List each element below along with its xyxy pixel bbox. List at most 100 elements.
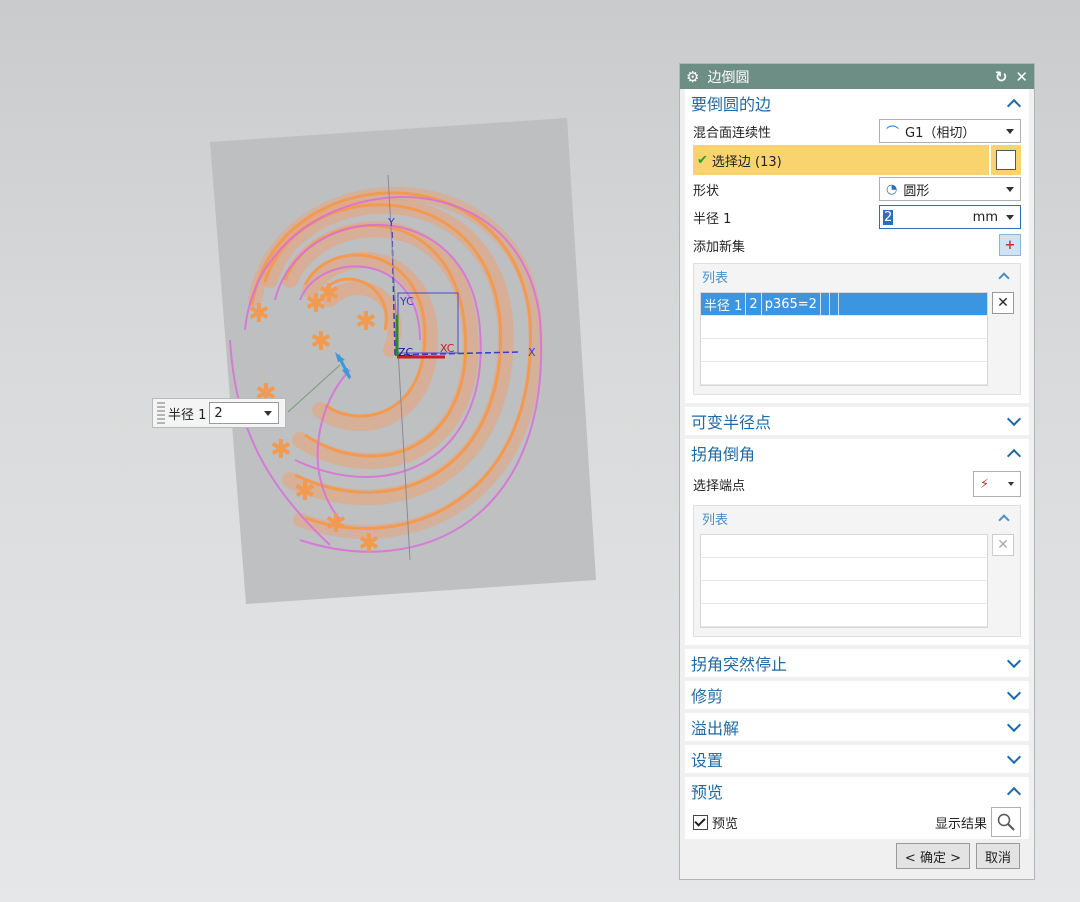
group-trim-header[interactable]: 修剪: [685, 681, 1029, 709]
table-row[interactable]: 半径 1 2 p365=2: [701, 293, 987, 316]
list-cell-empty: [821, 293, 830, 315]
table-row[interactable]: [701, 581, 987, 604]
chevron-up-icon[interactable]: [998, 269, 1012, 283]
chevron-down-icon[interactable]: [1007, 688, 1021, 702]
select-endpoint-label: 选择端点: [693, 478, 746, 494]
svg-text:✱: ✱: [355, 307, 377, 337]
circle-shape-icon: ◔: [886, 181, 898, 197]
delete-button[interactable]: ✕: [992, 534, 1014, 556]
shape-value: 圆形: [903, 183, 930, 199]
group-variable-radius-header[interactable]: 可变半径点: [685, 407, 1029, 435]
edges-list-group: 列表 半径 1 2 p365=2 ✕: [693, 263, 1021, 395]
floating-radius-input[interactable]: 半径 1 2: [152, 398, 286, 428]
table-row[interactable]: [701, 535, 987, 558]
group-overflow: 溢出解: [685, 713, 1029, 745]
table-row[interactable]: [701, 316, 987, 339]
floating-radius-label: 半径 1: [168, 407, 207, 423]
cancel-button[interactable]: 取消: [975, 843, 1020, 869]
group-variable-radius: 可变半径点: [685, 407, 1029, 439]
group-variable-radius-title: 可变半径点: [691, 413, 772, 432]
group-overflow-title: 溢出解: [691, 719, 740, 738]
svg-text:✱: ✱: [318, 279, 340, 309]
group-settings-header[interactable]: 设置: [685, 745, 1029, 773]
svg-text:✱: ✱: [358, 529, 380, 559]
checkmark-icon: ✔: [697, 152, 708, 168]
chevron-up-icon[interactable]: [1007, 96, 1021, 110]
group-overflow-header[interactable]: 溢出解: [685, 713, 1029, 741]
delete-button[interactable]: ✕: [992, 292, 1014, 314]
select-edge-label: 选择边 (13): [711, 154, 782, 170]
select-edge-button[interactable]: [989, 145, 1021, 175]
preview-row: 预览 显示结果: [685, 805, 1029, 839]
table-row[interactable]: [701, 604, 987, 627]
close-icon: ✕: [997, 537, 1009, 553]
shape-select[interactable]: ◔ 圆形: [879, 177, 1021, 201]
group-preview-title: 预览: [691, 783, 724, 802]
chevron-down-icon[interactable]: [1008, 482, 1014, 486]
select-endpoint-row: 选择端点 ⚡: [685, 467, 1029, 501]
group-stop-short-header[interactable]: 拐角突然停止: [685, 649, 1029, 677]
group-stop-short: 拐角突然停止: [685, 649, 1029, 681]
table-row[interactable]: [701, 362, 987, 385]
chevron-up-icon[interactable]: [1007, 446, 1021, 460]
corner-list-wrap: ✕: [694, 530, 1020, 636]
close-icon: ✕: [997, 295, 1009, 311]
svg-text:✱: ✱: [310, 327, 332, 357]
chevron-down-icon[interactable]: [1006, 215, 1014, 220]
dialog-titlebar[interactable]: ⚙ 边倒圆 ↻ ✕: [680, 64, 1034, 89]
magnifier-icon: [997, 813, 1015, 831]
grip-handle[interactable]: [157, 402, 165, 424]
chevron-down-icon[interactable]: [1007, 752, 1021, 766]
svg-text:✱: ✱: [270, 435, 292, 465]
chevron-down-icon: [1006, 187, 1014, 192]
table-row[interactable]: [701, 339, 987, 362]
add-new-set-row: 添加新集 +: [685, 231, 1029, 259]
show-result-button[interactable]: [991, 807, 1021, 837]
corner-list-title: 列表: [702, 512, 729, 528]
graphics-viewport[interactable]: ✱ ✱ ✱ ✱ ✱ ✱ ✱ ✱ ✱ ✱ X Y XC YC ZC 半径 1 2: [0, 0, 660, 902]
dialog-footer: < 确定 > 取消: [680, 843, 1034, 869]
select-endpoint-button[interactable]: ⚡: [973, 471, 1021, 497]
svg-text:✱: ✱: [325, 509, 347, 539]
blend-continuity-select[interactable]: ⌒ G1（相切）: [879, 119, 1021, 143]
select-edge-bar[interactable]: ✔ 选择边 (13): [693, 145, 989, 175]
group-settings: 设置: [685, 745, 1029, 777]
continuity-icon: ⌒: [886, 125, 900, 141]
edge-blend-dialog: ⚙ 边倒圆 ↻ ✕ 要倒圆的边 混合面连续性 ⌒ G1（相切） ✔ 选择边 (1…: [679, 63, 1035, 880]
group-trim-title: 修剪: [691, 687, 724, 706]
corner-list-group: 列表 ✕: [693, 505, 1021, 637]
point-pick-icon: ⚡: [980, 476, 990, 492]
chevron-down-icon[interactable]: [264, 411, 273, 416]
radius-input[interactable]: 2 mm: [879, 205, 1021, 229]
group-corner-setback-header[interactable]: 拐角倒角: [685, 439, 1029, 467]
preview-checkbox[interactable]: [693, 814, 708, 830]
floating-radius-field[interactable]: 2: [209, 402, 280, 424]
add-new-set-label: 添加新集: [693, 239, 746, 255]
close-icon[interactable]: ✕: [1015, 68, 1028, 86]
xc-axis-label: XC: [440, 342, 455, 355]
shape-row: 形状 ◔ 圆形: [685, 175, 1029, 203]
zc-axis-label: ZC: [398, 346, 414, 359]
ok-button[interactable]: < 确定 >: [895, 843, 970, 869]
list-cell-empty: [830, 293, 839, 315]
select-edge-row[interactable]: ✔ 选择边 (13): [693, 145, 1021, 175]
reset-icon[interactable]: ↻: [995, 68, 1008, 86]
chevron-up-icon[interactable]: [998, 511, 1012, 525]
group-trim: 修剪: [685, 681, 1029, 713]
table-row[interactable]: [701, 558, 987, 581]
add-new-set-button[interactable]: +: [999, 234, 1021, 256]
chevron-up-icon[interactable]: [1007, 784, 1021, 798]
radius-value[interactable]: 2: [883, 209, 894, 225]
corner-list-header[interactable]: 列表: [694, 506, 1020, 530]
group-preview-header[interactable]: 预览: [685, 777, 1029, 805]
chevron-down-icon[interactable]: [1007, 720, 1021, 734]
group-edges-header[interactable]: 要倒圆的边: [685, 89, 1029, 117]
group-corner-setback: 拐角倒角 选择端点 ⚡ 列表 ✕: [685, 439, 1029, 649]
group-edges-title: 要倒圆的边: [691, 95, 772, 114]
model-scene[interactable]: ✱ ✱✱ ✱✱✱ ✱✱✱ ✱ X Y XC YC ZC: [0, 0, 660, 902]
shape-label: 形状: [693, 183, 720, 199]
list-cell-name: 半径 1: [701, 293, 747, 315]
chevron-down-icon[interactable]: [1007, 414, 1021, 428]
chevron-down-icon[interactable]: [1007, 656, 1021, 670]
edges-list-header[interactable]: 列表: [694, 264, 1020, 288]
